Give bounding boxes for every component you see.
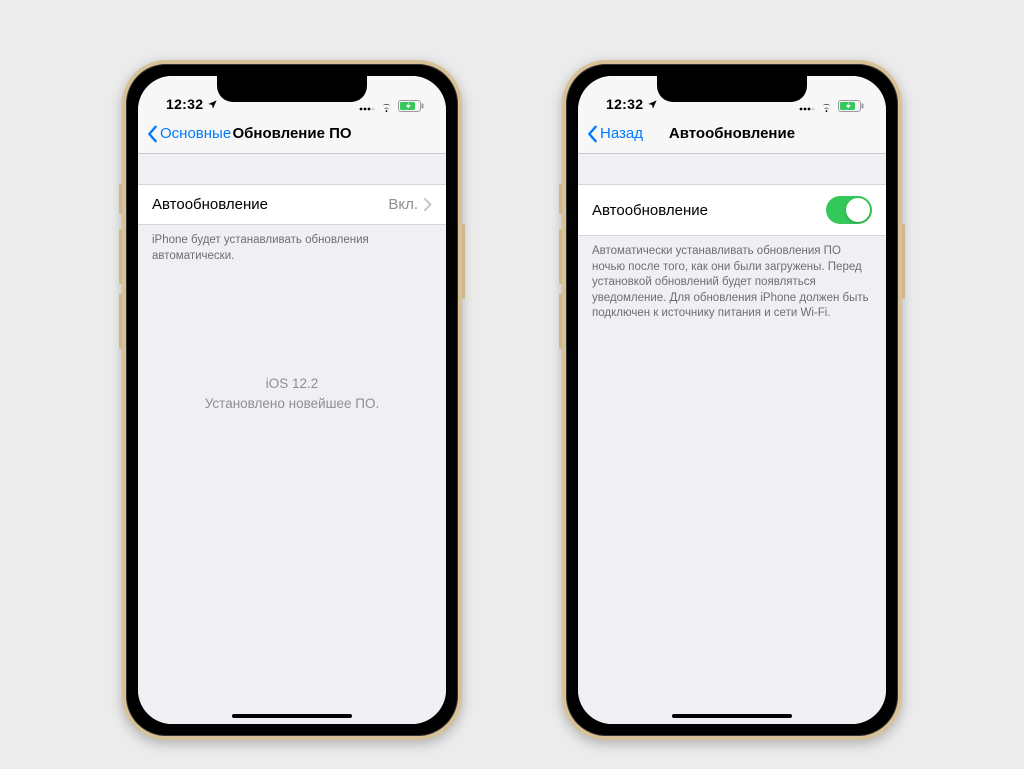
cell-value: Вкл. <box>388 196 418 213</box>
nav-bar: Назад Автообновление <box>578 114 886 154</box>
notch <box>217 76 367 102</box>
update-status: iOS 12.2 Установлено новейшее ПО. <box>138 374 446 413</box>
screen-left: 12:32 <box>138 76 446 724</box>
side-button <box>902 224 905 299</box>
chevron-right-icon <box>424 198 432 211</box>
content-area: Автообновление Автоматически устанавлива… <box>578 154 886 724</box>
phone-frame-left: 12:32 <box>122 60 462 740</box>
signal-icon <box>359 101 375 111</box>
screen-right: 12:32 <box>578 76 886 724</box>
back-label: Основные <box>160 125 231 142</box>
home-indicator[interactable] <box>672 714 792 718</box>
section-footer: Автоматически устанавливать обновления П… <box>578 236 886 322</box>
back-button[interactable]: Основные <box>146 125 231 143</box>
content-area: Автообновление Вкл. iPhone будет устанав… <box>138 154 446 724</box>
battery-charging-icon <box>398 100 424 112</box>
cell-label: Автообновление <box>592 202 708 219</box>
side-button <box>462 224 465 299</box>
battery-charging-icon <box>838 100 864 112</box>
notch <box>657 76 807 102</box>
spacer <box>578 154 886 184</box>
auto-update-toggle-cell[interactable]: Автообновление <box>578 184 886 236</box>
status-time: 12:32 <box>606 96 643 112</box>
ios-version: iOS 12.2 <box>158 374 426 394</box>
location-arrow-icon <box>647 99 658 110</box>
back-label: Назад <box>600 125 643 142</box>
status-right <box>799 100 864 112</box>
wifi-icon <box>379 101 394 112</box>
location-arrow-icon <box>207 99 218 110</box>
signal-icon <box>799 101 815 111</box>
wifi-icon <box>819 101 834 112</box>
back-button[interactable]: Назад <box>586 125 643 143</box>
auto-update-cell[interactable]: Автообновление Вкл. <box>138 184 446 225</box>
toggle-switch-on[interactable] <box>826 196 872 224</box>
nav-bar: Основные Обновление ПО <box>138 114 446 154</box>
home-indicator[interactable] <box>232 714 352 718</box>
cell-value-group: Вкл. <box>388 196 432 213</box>
chevron-left-icon <box>146 125 158 143</box>
status-time-group: 12:32 <box>166 96 218 112</box>
status-time: 12:32 <box>166 96 203 112</box>
section-footer: iPhone будет устанавливать обновления ав… <box>138 225 446 264</box>
update-message: Установлено новейшее ПО. <box>158 394 426 414</box>
spacer <box>138 154 446 184</box>
chevron-left-icon <box>586 125 598 143</box>
status-time-group: 12:32 <box>606 96 658 112</box>
status-right <box>359 100 424 112</box>
cell-label: Автообновление <box>152 196 268 213</box>
phone-frame-right: 12:32 <box>562 60 902 740</box>
